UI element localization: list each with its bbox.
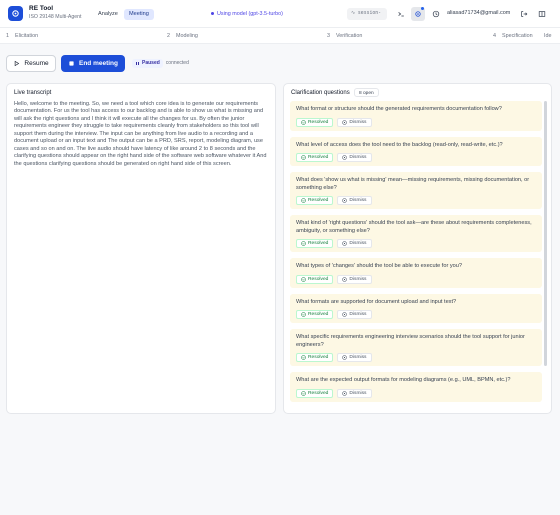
settings-icon[interactable]: [411, 7, 425, 21]
dismiss-button[interactable]: Dismiss: [337, 310, 372, 319]
check-circle-icon: [301, 119, 306, 125]
check-circle-icon: [301, 390, 306, 396]
resolved-button[interactable]: Resolved: [296, 353, 334, 362]
questions-panel: Clarification questions 8 open What form…: [283, 83, 552, 414]
top-bar: RE Tool ISO 29148 Multi-Agent Analyze Me…: [0, 0, 560, 28]
meeting-status: Paused connected: [132, 58, 189, 68]
app-logo: [8, 6, 23, 21]
app-name: RE Tool: [29, 5, 54, 12]
question-text: What does 'show us what is missing' mean…: [296, 177, 530, 191]
resolved-button[interactable]: Resolved: [296, 239, 334, 248]
question-actions: Resolved Dismiss: [296, 388, 536, 398]
question-actions: Resolved Dismiss: [296, 239, 536, 248]
question-actions: Resolved Dismiss: [296, 353, 536, 362]
transcript-text: Hello, welcome to the meeting. So, we ne…: [14, 101, 267, 167]
question-text: What format or structure should the gene…: [296, 106, 502, 112]
question-card: What level of access does the tool need …: [290, 136, 542, 166]
x-circle-icon: [342, 390, 348, 396]
split-view-icon[interactable]: [535, 7, 549, 21]
open-count-badge: 8 open: [354, 88, 379, 97]
question-card: What specific requirements engineering i…: [290, 329, 542, 366]
x-circle-icon: [342, 312, 348, 317]
question-card: What format or structure should the gene…: [290, 101, 542, 131]
question-text: What kind of 'right questions' should th…: [296, 220, 532, 234]
check-circle-icon: [301, 276, 306, 282]
step-overflow-label: Ide: [544, 33, 552, 39]
tab-meeting[interactable]: Meeting: [124, 9, 154, 20]
resolved-button[interactable]: Resolved: [296, 388, 334, 398]
dismiss-button[interactable]: Dismiss: [337, 239, 372, 248]
model-label: Using model (gpt-3.5-turbo): [217, 11, 283, 17]
dismiss-button[interactable]: Dismiss: [337, 117, 372, 127]
question-card: What are the expected output formats for…: [290, 372, 542, 402]
question-text: What formats are supported for document …: [296, 298, 457, 305]
questions-scrollbar[interactable]: [544, 101, 547, 366]
history-icon[interactable]: [429, 7, 443, 21]
dismiss-button[interactable]: Dismiss: [337, 153, 372, 162]
resolved-button[interactable]: Resolved: [296, 196, 334, 205]
question-card: What formats are supported for document …: [290, 293, 542, 323]
transcript-panel: Live transcript Hello, welcome to the me…: [6, 83, 276, 414]
x-circle-icon: [342, 198, 348, 203]
resolved-button[interactable]: Resolved: [296, 153, 334, 162]
x-circle-icon: [342, 355, 348, 360]
terminal-icon[interactable]: [394, 7, 408, 21]
check-circle-icon: [301, 198, 306, 203]
questions-list[interactable]: What format or structure should the gene…: [290, 101, 542, 409]
x-circle-icon: [342, 119, 348, 125]
end-meeting-button[interactable]: End meeting: [61, 55, 125, 72]
resume-button[interactable]: Resume: [6, 55, 56, 72]
question-actions: Resolved Dismiss: [296, 274, 536, 284]
status-dot: [211, 12, 214, 16]
check-circle-icon: [301, 155, 306, 160]
step-elicitation[interactable]: 1 Elicitation: [6, 31, 38, 41]
check-circle-icon: [301, 241, 306, 246]
notification-dot: [421, 7, 424, 10]
question-actions: Resolved Dismiss: [296, 196, 536, 205]
question-actions: Resolved Dismiss: [296, 117, 536, 127]
user-email[interactable]: aliasad71734@gmail.com: [447, 10, 510, 16]
question-card: What kind of 'right questions' should th…: [290, 215, 542, 252]
stop-icon: [69, 61, 74, 66]
dismiss-button[interactable]: Dismiss: [337, 353, 372, 362]
question-actions: Resolved Dismiss: [296, 153, 536, 162]
question-text: What are the expected output formats for…: [296, 377, 511, 383]
dismiss-button[interactable]: Dismiss: [337, 274, 372, 284]
session-icon: ∿: [351, 11, 358, 16]
step-verification[interactable]: 3 Verification: [327, 31, 362, 41]
pause-icon: [136, 61, 139, 65]
session-selector[interactable]: ∿ session-: [347, 8, 387, 20]
check-circle-icon: [301, 355, 306, 360]
connection-status: connected: [165, 60, 189, 66]
resolved-button[interactable]: Resolved: [296, 310, 334, 319]
questions-title: Clarification questions: [291, 90, 350, 96]
check-circle-icon: [301, 312, 306, 317]
question-card: What types of 'changes' should the tool …: [290, 258, 542, 288]
question-text: What specific requirements engineering i…: [296, 334, 525, 348]
resolved-button[interactable]: Resolved: [296, 117, 334, 127]
session-label: session-: [357, 11, 382, 16]
question-card: What does 'show us what is missing' mean…: [290, 172, 542, 209]
dismiss-button[interactable]: Dismiss: [337, 196, 372, 205]
transcript-title: Live transcript: [14, 90, 52, 96]
x-circle-icon: [342, 241, 348, 246]
model-indicator[interactable]: Using model (gpt-3.5-turbo): [211, 9, 283, 20]
x-circle-icon: [342, 155, 348, 160]
step-modeling[interactable]: 2 Modeling: [167, 31, 198, 41]
step-specification[interactable]: 4 Specification: [493, 31, 533, 41]
app-subtitle: ISO 29148 Multi-Agent: [29, 14, 82, 20]
process-steps: 1 Elicitation 2 Modeling 3 Verification 4 Sp…: [0, 28, 560, 44]
logo-icon: [12, 10, 19, 17]
dismiss-button[interactable]: Dismiss: [337, 388, 372, 398]
play-icon: [15, 60, 20, 67]
resolved-button[interactable]: Resolved: [296, 274, 334, 284]
status-badge: Paused: [132, 58, 163, 68]
question-text: What level of access does the tool need …: [296, 141, 503, 148]
tab-analyze[interactable]: Analyze: [93, 9, 123, 20]
question-text: What types of 'changes' should the tool …: [296, 263, 463, 269]
x-circle-icon: [342, 276, 348, 282]
logout-icon[interactable]: [517, 7, 531, 21]
question-actions: Resolved Dismiss: [296, 310, 536, 319]
